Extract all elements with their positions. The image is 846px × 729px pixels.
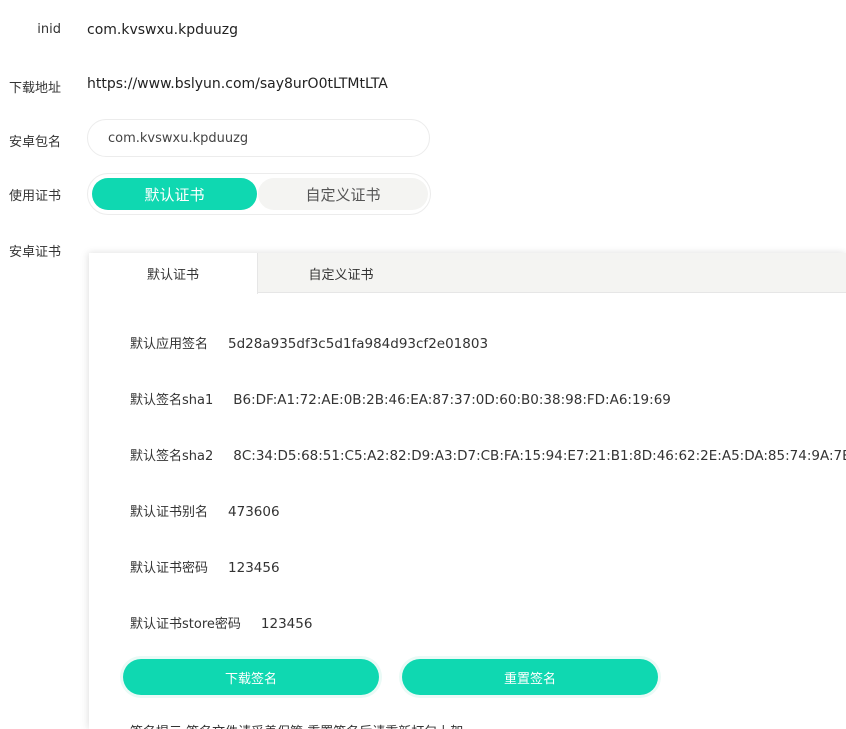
- inid-value: com.kvswxu.kpduuzg: [87, 22, 238, 38]
- android-cert-label: 安卓证书: [8, 245, 61, 260]
- cert-tabbar: 默认证书 自定义证书: [89, 253, 846, 294]
- info-value: 123456: [260, 616, 313, 632]
- default-cert-option[interactable]: 默认证书: [92, 178, 257, 210]
- info-value: 5d28a935df3c5d1fa984d93cf2e01803: [228, 336, 489, 352]
- info-key: 默认证书store密码: [130, 617, 241, 632]
- cert-panel: 默认证书 自定义证书 默认应用签名 5d28a935df3c5d1fa984d93…: [89, 253, 846, 729]
- info-key: 默认证书别名: [130, 505, 209, 520]
- info-row-store-password: 默认证书store密码 123456: [130, 613, 312, 632]
- package-name-input[interactable]: com.kvswxu.kpduuzg: [87, 119, 430, 157]
- inid-label: inid: [37, 22, 61, 37]
- info-key: 默认签名sha1: [130, 393, 214, 408]
- tab-default-cert[interactable]: 默认证书: [89, 253, 258, 294]
- signature-hint-text: 签名提示 签名文件请妥善保管 重置签名后请重新打包上架: [130, 721, 463, 729]
- info-key: 默认签名sha2: [130, 449, 214, 464]
- download-url-label: 下载地址: [8, 81, 61, 96]
- info-value: 8C:34:D5:68:51:C5:A2:82:D9:A3:D7:CB:FA:1…: [233, 448, 846, 464]
- info-row-cert-password: 默认证书密码 123456: [130, 557, 280, 576]
- package-name-value: com.kvswxu.kpduuzg: [108, 130, 249, 146]
- use-cert-label: 使用证书: [8, 189, 61, 204]
- info-value: 123456: [228, 560, 280, 576]
- info-row-app-signature: 默认应用签名 5d28a935df3c5d1fa984d93cf2e01803: [130, 333, 488, 352]
- info-row-sha1: 默认签名sha1 B6:DF:A1:72:AE:0B:2B:46:EA:87:37…: [130, 389, 671, 408]
- package-name-label: 安卓包名: [8, 135, 61, 150]
- info-row-sha2: 默认签名sha2 8C:34:D5:68:51:C5:A2:82:D9:A3:D7…: [130, 445, 846, 464]
- info-row-cert-alias: 默认证书别名 473606: [130, 501, 280, 520]
- custom-cert-option[interactable]: 自定义证书: [258, 178, 428, 210]
- info-key: 默认应用签名: [130, 337, 209, 352]
- download-signature-button[interactable]: 下载签名: [123, 659, 379, 695]
- cert-toggle: 默认证书 自定义证书: [87, 173, 431, 215]
- info-value: 473606: [228, 504, 280, 520]
- info-value: B6:DF:A1:72:AE:0B:2B:46:EA:87:37:0D:60:B…: [233, 392, 671, 408]
- info-key: 默认证书密码: [130, 561, 209, 576]
- tab-custom-cert[interactable]: 自定义证书: [257, 253, 425, 293]
- download-url-value: https://www.bslyun.com/say8urO0tLTMtLTA: [87, 76, 388, 92]
- reset-signature-button[interactable]: 重置签名: [402, 659, 658, 695]
